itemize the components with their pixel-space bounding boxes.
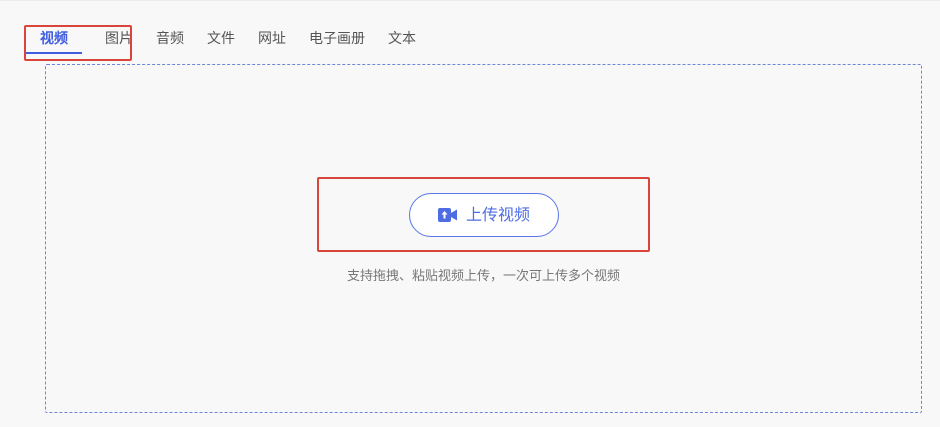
tab-image[interactable]: 图片 — [105, 29, 133, 49]
tab-file[interactable]: 文件 — [207, 29, 235, 49]
upload-dropzone[interactable] — [45, 64, 922, 413]
upload-video-label: 上传视频 — [465, 205, 530, 224]
top-divider — [0, 0, 940, 1]
upload-hint: 支持拖拽、粘贴视频上传，一次可上传多个视频 — [346, 269, 620, 284]
tab-text[interactable]: 文本 — [388, 29, 416, 49]
tab-ebook[interactable]: 电子画册 — [309, 29, 365, 49]
tab-video[interactable]: 视频 — [26, 29, 82, 54]
video-upload-icon — [437, 207, 458, 223]
tab-url[interactable]: 网址 — [258, 29, 286, 49]
tab-audio[interactable]: 音频 — [156, 29, 184, 49]
upload-video-button[interactable]: 上传视频 — [409, 193, 559, 237]
type-tabs: 视频 图片 音频 文件 网址 电子画册 文本 — [26, 29, 439, 55]
